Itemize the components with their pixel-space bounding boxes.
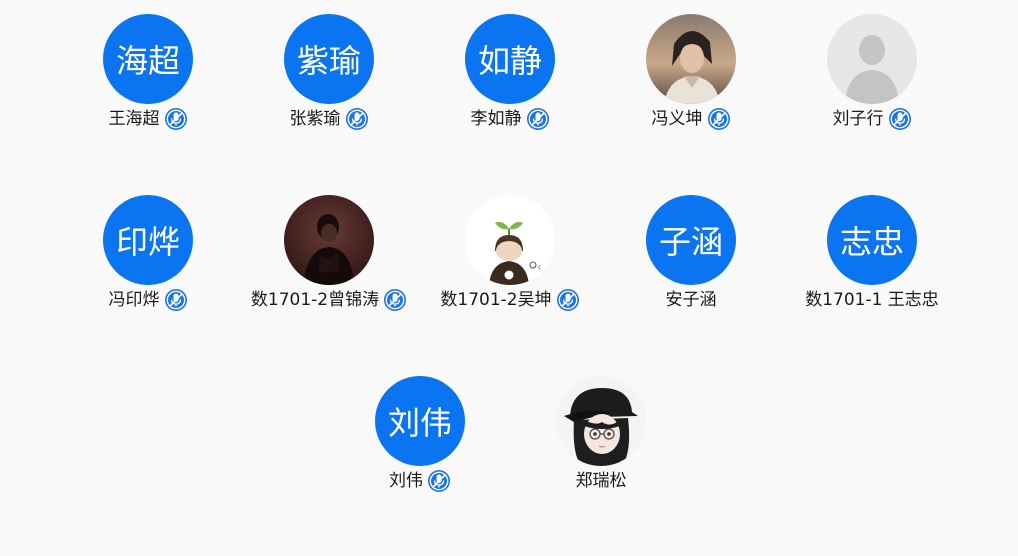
avatar-photo[interactable] <box>284 195 374 285</box>
member-tile[interactable]: 数1701-2曾锦涛 <box>239 195 419 325</box>
member-name-row: 王海超 <box>58 106 238 132</box>
avatar[interactable]: 紫瑜 <box>284 14 374 104</box>
avatar-initials: 子涵 <box>658 223 723 261</box>
avatar-initials: 印烨 <box>115 223 180 261</box>
avatar[interactable]: 如静 <box>465 14 555 104</box>
mic-muted-icon <box>164 288 188 312</box>
member-tile[interactable]: 刘子行 <box>782 14 962 144</box>
member-tile[interactable]: c 数1701-2吴坤 <box>420 195 600 325</box>
member-tile[interactable]: 郑瑞松 <box>511 376 691 506</box>
member-name[interactable]: 李如静 <box>471 107 522 131</box>
member-name[interactable]: 安子涵 <box>666 288 717 312</box>
mic-muted-icon <box>164 107 188 131</box>
avatar-photo[interactable] <box>556 376 646 466</box>
avatar[interactable]: 志忠 <box>827 195 917 285</box>
sprout-cartoon-icon: c <box>465 195 555 285</box>
member-name[interactable]: 刘伟 <box>389 469 423 493</box>
mic-muted-icon <box>427 469 451 493</box>
member-name[interactable]: 冯印烨 <box>109 288 160 312</box>
avatar-photo[interactable] <box>646 14 736 104</box>
avatar[interactable]: 印烨 <box>103 195 193 285</box>
member-tile[interactable]: 印烨 冯印烨 <box>58 195 238 325</box>
member-tile[interactable]: 海超 王海超 <box>58 14 238 144</box>
member-name[interactable]: 王海超 <box>109 107 160 131</box>
member-name[interactable]: 刘子行 <box>833 107 884 131</box>
member-tile[interactable]: 子涵 安子涵 <box>601 195 781 325</box>
avatar-initials: 海超 <box>115 42 180 80</box>
member-name-row: 冯印烨 <box>58 287 238 313</box>
avatar-photo[interactable]: c <box>465 195 555 285</box>
member-name[interactable]: 张紫瑜 <box>290 107 341 131</box>
member-tile[interactable]: 紫瑜 张紫瑜 <box>239 14 419 144</box>
member-tile[interactable]: 冯义坤 <box>601 14 781 144</box>
member-name-row: 郑瑞松 <box>511 468 691 494</box>
member-name-row: 李如静 <box>420 106 600 132</box>
avatar-default[interactable] <box>827 14 917 104</box>
mic-muted-icon <box>707 107 731 131</box>
member-tile[interactable]: 如静 李如静 <box>420 14 600 144</box>
avatar[interactable]: 海超 <box>103 14 193 104</box>
member-name-row: 数1701-2吴坤 <box>420 287 600 313</box>
mic-muted-icon <box>526 107 550 131</box>
member-name[interactable]: 郑瑞松 <box>576 469 627 493</box>
member-tile[interactable]: 志忠 数1701-1 王志忠 <box>782 195 962 325</box>
member-name[interactable]: 数1701-2吴坤 <box>440 288 551 312</box>
member-name-row: 刘伟 <box>330 468 510 494</box>
svg-text:c: c <box>538 264 541 271</box>
avatar-initials: 刘伟 <box>387 404 452 442</box>
member-name-row: 冯义坤 <box>601 106 781 132</box>
member-name[interactable]: 数1701-2曾锦涛 <box>251 288 379 312</box>
member-name-row: 安子涵 <box>601 287 781 313</box>
avatar[interactable]: 子涵 <box>646 195 736 285</box>
avatar-initials: 紫瑜 <box>296 42 361 80</box>
member-name[interactable]: 数1701-1 王志忠 <box>805 288 939 312</box>
member-tile[interactable]: 刘伟 刘伟 <box>330 376 510 506</box>
member-name[interactable]: 冯义坤 <box>652 107 703 131</box>
mic-muted-icon <box>888 107 912 131</box>
member-name-row: 刘子行 <box>782 106 962 132</box>
portrait-photo-icon <box>646 14 736 104</box>
member-name-row: 数1701-1 王志忠 <box>782 287 962 313</box>
avatar-initials: 如静 <box>477 42 542 80</box>
mic-muted-icon <box>345 107 369 131</box>
avatar[interactable]: 刘伟 <box>375 376 465 466</box>
member-name-row: 张紫瑜 <box>239 106 419 132</box>
member-name-row: 数1701-2曾锦涛 <box>239 287 419 313</box>
avatar-initials: 志忠 <box>839 223 904 261</box>
mic-muted-icon <box>383 288 407 312</box>
portrait-photo-icon <box>284 195 374 285</box>
anime-girl-cap-icon <box>556 376 646 466</box>
mic-muted-icon <box>556 288 580 312</box>
default-user-icon <box>827 14 917 104</box>
